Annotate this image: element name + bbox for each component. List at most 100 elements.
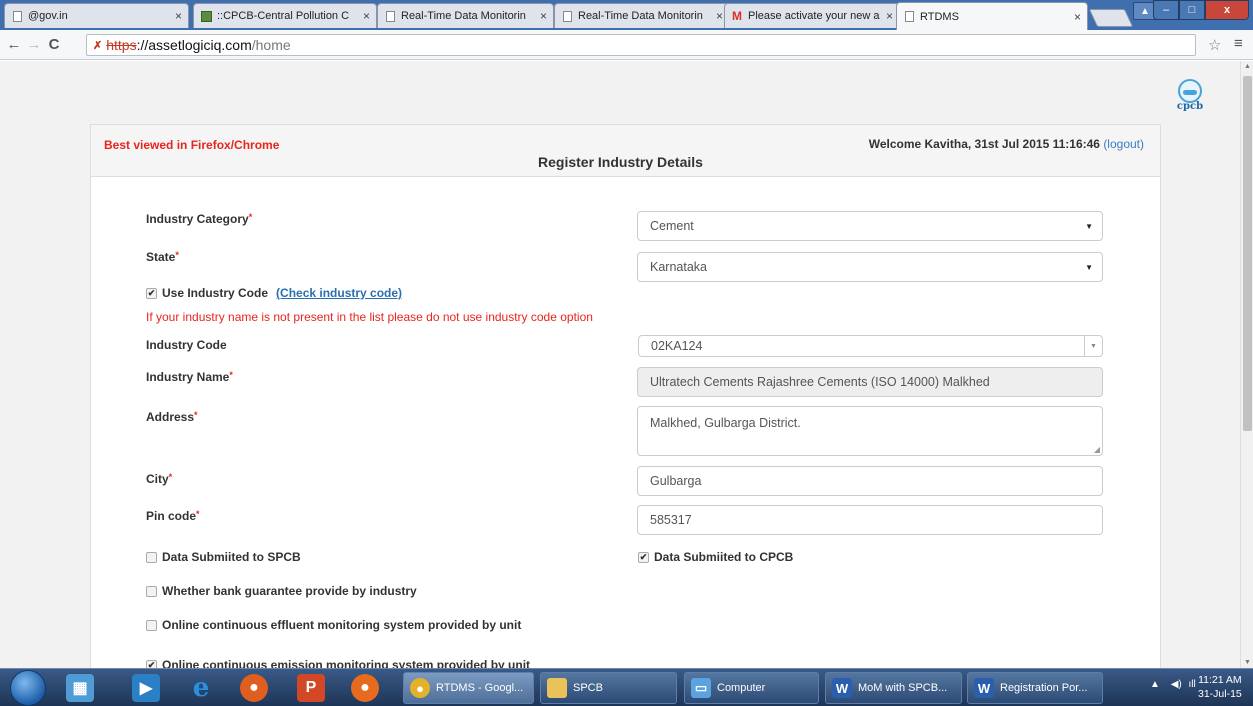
system-tray: ▲ ◀) ıll: [1150, 679, 1196, 690]
state-value: Karnataka: [650, 260, 707, 274]
folder-icon: [547, 678, 567, 698]
show-hidden-icons-arrow-icon[interactable]: ▲: [1150, 679, 1160, 690]
pin-code-input[interactable]: 585317: [637, 505, 1103, 535]
industry-code-select[interactable]: 02KA124 ▼: [638, 335, 1103, 357]
checkbox-unchecked-icon: [146, 551, 157, 563]
page-content: cpcb Best viewed in Firefox/Chrome Regis…: [0, 61, 1240, 668]
required-mark: *: [229, 370, 233, 380]
industry-category-label: Industry Category*: [146, 212, 253, 226]
state-select[interactable]: Karnataka ▼: [637, 252, 1103, 282]
checkbox-checked-icon: ✔: [146, 659, 157, 668]
url-path: /home: [251, 37, 291, 53]
start-button[interactable]: [10, 670, 46, 706]
page-scrollbar[interactable]: ▲ ▼: [1240, 61, 1253, 668]
url-host: ://assetlogiciq.com: [136, 37, 252, 53]
taskbar-item-word-mom[interactable]: W MoM with SPCB...: [825, 672, 962, 704]
clock-time: 11:21 AM: [1198, 674, 1242, 686]
required-mark: *: [248, 212, 253, 222]
reload-icon[interactable]: C: [44, 36, 64, 53]
tab-rtdm-1[interactable]: Real-Time Data Monitorin ×: [377, 3, 554, 28]
taskbar-item-label: MoM with SPCB...: [858, 682, 948, 694]
checkbox-unchecked-icon: [146, 585, 157, 597]
emission-monitoring-checkbox[interactable]: ✔ Online continuous emission monitoring …: [146, 658, 530, 668]
browser-notice: Best viewed in Firefox/Chrome: [104, 138, 280, 152]
tab-close-icon[interactable]: ×: [716, 9, 723, 23]
logout-link[interactable]: (logout): [1103, 137, 1144, 151]
industry-code-label: Industry Code: [146, 338, 227, 352]
taskbar-item-computer[interactable]: ▭ Computer: [684, 672, 819, 704]
taskbar-clock[interactable]: 11:21 AM 31-Jul-15: [1198, 673, 1242, 701]
minimize-button[interactable]: –: [1153, 0, 1179, 20]
scroll-up-arrow-icon[interactable]: ▲: [1244, 63, 1251, 70]
bookmark-star-icon[interactable]: ☆: [1208, 36, 1221, 54]
use-industry-code-label: Use Industry Code: [162, 286, 269, 300]
media-player-icon[interactable]: ▶: [132, 674, 160, 702]
taskbar-item-chrome[interactable]: ● RTDMS - Googl...: [403, 672, 534, 704]
tab-close-icon[interactable]: ×: [175, 9, 182, 23]
welcome-text: Welcome Kavitha, 31st Jul 2015 11:16:46 …: [869, 137, 1144, 151]
industry-name-value: Ultratech Cements Rajashree Cements (ISO…: [650, 375, 990, 389]
maximize-button[interactable]: □: [1179, 0, 1205, 20]
tab-close-icon[interactable]: ×: [363, 9, 370, 23]
cpcb-favicon: [200, 10, 212, 22]
check-industry-code-link[interactable]: (Check industry code): [276, 286, 402, 300]
industry-category-select[interactable]: Cement ▼: [637, 211, 1103, 241]
pin-code-value: 585317: [650, 513, 692, 527]
new-tab-button[interactable]: [1088, 9, 1134, 27]
city-input[interactable]: Gulbarga: [637, 466, 1103, 496]
url-scheme: https: [106, 37, 137, 53]
taskbar-item-word-registration[interactable]: W Registration Por...: [967, 672, 1103, 704]
tab-rtdm-2[interactable]: Real-Time Data Monitorin ×: [554, 3, 730, 28]
scroll-down-arrow-icon[interactable]: ▼: [1244, 659, 1251, 666]
taskbar-item-spcb[interactable]: SPCB: [540, 672, 677, 704]
volume-icon[interactable]: ◀): [1171, 679, 1182, 690]
forward-arrow-icon[interactable]: →: [24, 36, 44, 53]
industry-name-input[interactable]: Ultratech Cements Rajashree Cements (ISO…: [637, 367, 1103, 397]
checkbox-unchecked-icon: [146, 619, 157, 631]
chrome-icon: ●: [410, 678, 430, 698]
use-industry-code-checkbox[interactable]: ✔ Use Industry Code (Check industry code…: [146, 286, 402, 300]
taskbar-item-label: SPCB: [573, 682, 603, 694]
address-textarea[interactable]: Malkhed, Gulbarga District. ◢: [637, 406, 1103, 456]
data-spcb-label: Data Submiited to SPCB: [162, 550, 301, 564]
required-mark: *: [196, 509, 200, 519]
tab-title: @gov.in: [28, 10, 68, 22]
tab-close-icon[interactable]: ×: [886, 9, 893, 23]
tab-cpcb[interactable]: ::CPCB-Central Pollution C ×: [193, 3, 377, 28]
scrollbar-thumb[interactable]: [1243, 76, 1252, 431]
close-window-button[interactable]: x: [1205, 0, 1249, 20]
dropdown-caret-icon: ▼: [1085, 262, 1093, 272]
tab-rtdms[interactable]: RTDMS ×: [896, 2, 1088, 30]
network-app-icon[interactable]: ▦: [66, 674, 94, 702]
powerpoint-icon[interactable]: P: [297, 674, 325, 702]
effluent-monitoring-checkbox[interactable]: Online continuous effluent monitoring sy…: [146, 618, 521, 632]
tab-close-icon[interactable]: ×: [1074, 10, 1081, 24]
effluent-monitoring-label: Online continuous effluent monitoring sy…: [162, 618, 522, 632]
window-controls: – □ x: [1153, 0, 1249, 20]
back-arrow-icon[interactable]: ←: [4, 36, 24, 53]
internet-explorer-icon[interactable]: e: [187, 673, 215, 703]
document-icon: [11, 10, 23, 22]
gmail-icon: M: [732, 9, 742, 23]
network-signal-icon[interactable]: ıll: [1189, 679, 1196, 690]
tab-gov[interactable]: @gov.in ×: [4, 3, 189, 28]
data-cpcb-label: Data Submiited to CPCB: [654, 550, 794, 564]
paint-app-icon[interactable]: ●: [240, 674, 268, 702]
browser-toolbar: ← → C ✗ https://assetlogiciq.com/home ☆ …: [0, 30, 1253, 60]
taskbar-item-label: Computer: [717, 682, 766, 694]
bank-guarantee-checkbox[interactable]: Whether bank guarantee provide by indust…: [146, 584, 417, 598]
data-spcb-checkbox[interactable]: Data Submiited to SPCB: [146, 550, 301, 564]
computer-icon: ▭: [691, 678, 711, 698]
browser-tab-strip: @gov.in × ::CPCB-Central Pollution C × R…: [0, 0, 1253, 30]
tab-title: Real-Time Data Monitorin: [578, 10, 703, 22]
taskbar-item-label: Registration Por...: [1000, 682, 1088, 694]
menu-icon[interactable]: ≡: [1234, 35, 1243, 52]
tab-gmail[interactable]: M Please activate your new a ×: [724, 3, 900, 28]
firefox-icon[interactable]: ●: [351, 674, 379, 702]
address-bar[interactable]: ✗ https://assetlogiciq.com/home: [86, 34, 1196, 56]
tab-close-icon[interactable]: ×: [540, 9, 547, 23]
tab-title: Please activate your new a: [748, 10, 880, 22]
data-cpcb-checkbox[interactable]: ✔ Data Submiited to CPCB: [638, 550, 793, 564]
clock-date: 31-Jul-15: [1198, 688, 1242, 700]
resize-grip-icon[interactable]: ◢: [1094, 445, 1100, 454]
